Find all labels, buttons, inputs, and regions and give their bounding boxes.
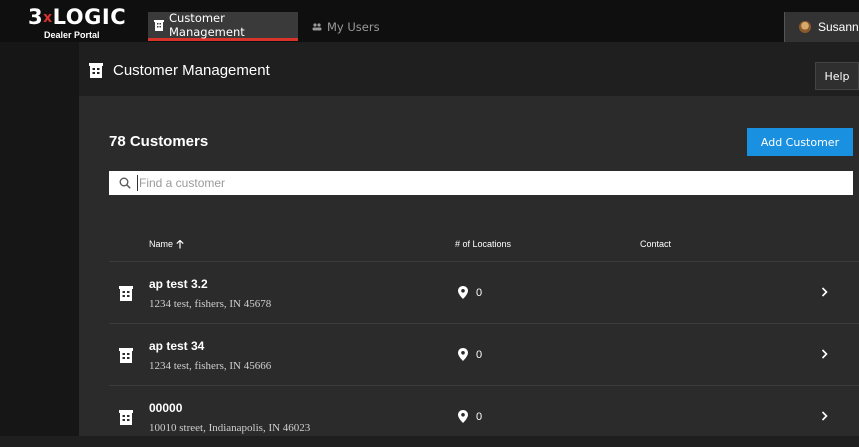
left-rail xyxy=(0,42,79,436)
customer-address: 1234 test, fishers, IN 45666 xyxy=(149,360,272,372)
table-row[interactable]: 00000 10010 street, Indianapolis, IN 460… xyxy=(109,385,859,447)
avatar xyxy=(799,21,811,33)
tab-my-users[interactable]: My Users xyxy=(306,12,386,42)
tab-label: My Users xyxy=(327,20,380,34)
search-input[interactable] xyxy=(137,175,641,191)
arrow-up-icon xyxy=(176,239,184,248)
chevron-right-icon[interactable] xyxy=(821,287,828,297)
logo[interactable]: 3xLOGIC Dealer Portal xyxy=(20,6,136,40)
chevron-right-icon[interactable] xyxy=(821,349,828,359)
chevron-right-icon[interactable] xyxy=(821,411,828,421)
tab-label: Customer Management xyxy=(169,11,245,39)
search-icon xyxy=(119,177,131,189)
building-icon xyxy=(119,286,133,301)
building-icon xyxy=(89,63,103,78)
map-pin-icon xyxy=(458,286,468,299)
users-icon xyxy=(312,23,322,31)
map-pin-icon xyxy=(458,410,468,423)
customer-name: ap test 34 xyxy=(149,339,205,353)
column-header-contact[interactable]: Contact xyxy=(640,239,671,249)
customers-panel: 78 Customers Add Customer Name # of Loca… xyxy=(79,96,859,436)
page-header: Customer Management Help xyxy=(79,42,859,96)
add-customer-button[interactable]: Add Customer xyxy=(747,128,853,156)
location-count: 0 xyxy=(458,348,482,361)
top-bar: 3xLOGIC Dealer Portal Customer Managemen… xyxy=(0,0,859,42)
customer-address: 10010 street, Indianapolis, IN 46023 xyxy=(149,422,311,434)
table-row[interactable]: ap test 34 1234 test, fishers, IN 45666 … xyxy=(109,323,859,385)
building-icon xyxy=(119,348,133,363)
location-count: 0 xyxy=(458,286,482,299)
help-button[interactable]: Help xyxy=(815,62,859,90)
table-row[interactable]: ap test 3.2 1234 test, fishers, IN 45678… xyxy=(109,261,859,323)
page-title: Customer Management xyxy=(89,62,270,79)
map-pin-icon xyxy=(458,348,468,361)
user-menu[interactable]: Susanne xyxy=(784,12,859,42)
building-icon xyxy=(154,19,164,31)
user-name: Susanne xyxy=(818,20,859,34)
customer-name: 00000 xyxy=(149,401,183,415)
customer-address: 1234 test, fishers, IN 45678 xyxy=(149,298,272,310)
logo-subtitle: Dealer Portal xyxy=(44,30,100,40)
customer-count: 78 Customers xyxy=(109,133,209,150)
tab-customer-management[interactable]: Customer Management xyxy=(148,11,298,41)
customer-name: ap test 3.2 xyxy=(149,277,208,291)
column-header-name[interactable]: Name xyxy=(149,239,184,249)
search-box[interactable] xyxy=(109,171,853,195)
building-icon xyxy=(119,410,133,425)
column-header-locations[interactable]: # of Locations xyxy=(455,239,511,249)
location-count: 0 xyxy=(458,410,482,423)
